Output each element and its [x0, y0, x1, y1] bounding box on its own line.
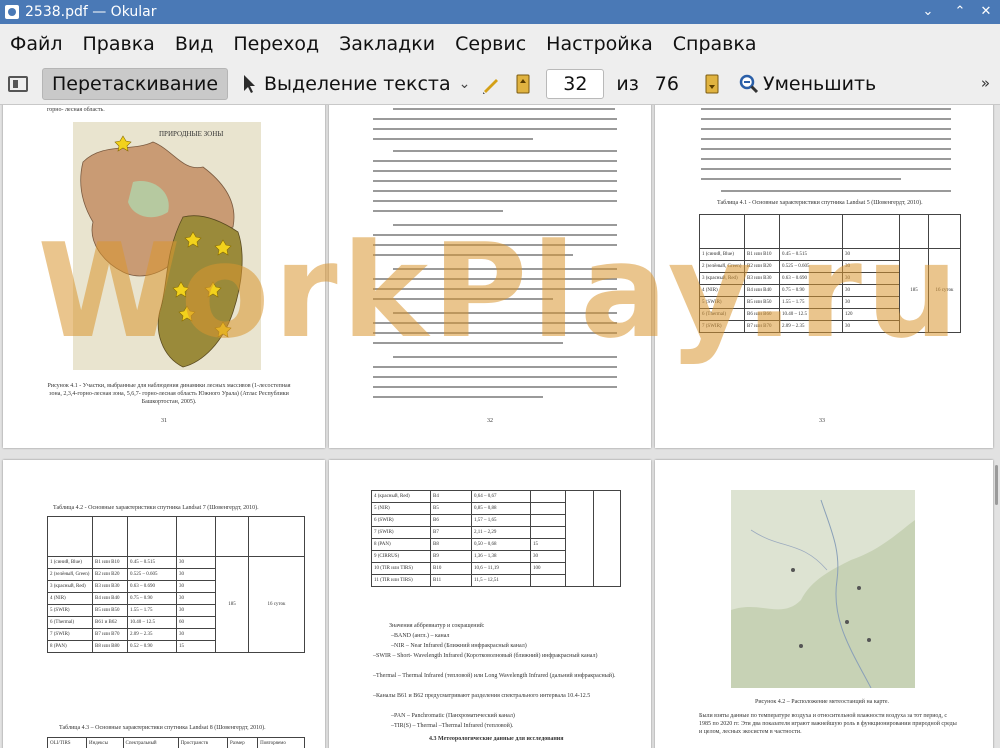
annotate-pen-icon[interactable] — [480, 73, 502, 95]
menu-help[interactable]: Справка — [663, 33, 767, 55]
figure-caption: Рисунок 4.2 – Расположение метеостанций … — [755, 699, 890, 705]
landsat8-table-header: OLI/TIRS Индексы Спектральный Пространств Ра… — [47, 737, 305, 748]
note-item: –BAND (англ.) – канал — [391, 633, 450, 639]
menu-edit[interactable]: Правка — [73, 33, 165, 55]
note-item: –NIR – Near Infrared (Ближний инфракрасн… — [391, 643, 527, 649]
zoom-out-icon — [739, 74, 759, 94]
toolbar-overflow-icon[interactable]: » — [981, 74, 990, 92]
menu-tools[interactable]: Сервис — [445, 33, 536, 55]
zoom-out-button[interactable]: Уменьшить — [739, 73, 876, 95]
table-title: Таблица 4.2 - Основные характеристики сп… — [53, 505, 259, 511]
browse-tool-button[interactable]: Перетаскивание — [42, 68, 229, 100]
next-page-icon[interactable] — [701, 73, 723, 95]
weather-stations-map — [731, 490, 915, 688]
note-item: –PAN – Panchromatic (Панхроматический ка… — [391, 713, 515, 719]
menu-bookmarks[interactable]: Закладки — [329, 33, 445, 55]
document-view[interactable]: горно- лесная область. ПРИРОДНЫЕ ЗОНЫ Ри… — [0, 105, 1000, 748]
okular-app-icon — [5, 5, 19, 19]
zoom-out-label: Уменьшить — [762, 73, 877, 95]
page-32: 32 — [329, 105, 651, 448]
page-total-label: 76 — [654, 73, 679, 95]
landsat5-table: 1 (синий, Blue) B1 или B10 0.45 – 0.515 30 1… — [699, 214, 961, 333]
body-text: Были взяты данные по температуре воздуха… — [699, 713, 957, 735]
note-item: –Thermal – Thermal Infrared (тепловой) и… — [373, 673, 616, 679]
landsat8-table: 4 (красный, Red) B4 0,64 – 0,67 5 (NIR) B5 0… — [371, 490, 621, 587]
page-35: 4 (красный, Red) B4 0,64 – 0,67 5 (NIR) B5 0… — [329, 460, 651, 748]
text-selection-tool-button[interactable]: Выделение текста ⌄ — [242, 73, 470, 95]
map-title: ПРИРОДНЫЕ ЗОНЫ — [159, 130, 223, 138]
current-page-input[interactable]: 32 — [546, 69, 605, 99]
abbreviations-intro: Значения аббревиатур и сокращений: — [389, 623, 485, 629]
page-header-text: горно- лесная область. — [47, 107, 105, 113]
vertical-scrollbar[interactable] — [995, 465, 998, 505]
minimize-window-icon[interactable]: ⌄ — [918, 2, 938, 22]
page-of-label: из — [616, 73, 639, 95]
sidebar-toggle-icon[interactable] — [8, 76, 28, 92]
page-31: горно- лесная область. ПРИРОДНЫЕ ЗОНЫ Ри… — [3, 105, 325, 448]
window-title: 2538.pdf — Okular — [25, 4, 157, 20]
table-title: Таблица 4.3 – Основные характеристики сп… — [59, 725, 266, 731]
page-36: Рисунок 4.2 – Расположение метеостанций … — [655, 460, 993, 748]
figure-caption: Рисунок 4.1 - Участки, выбранные для наб… — [47, 383, 291, 405]
main-toolbar: Перетаскивание Выделение текста ⌄ 32 из … — [0, 64, 1000, 105]
note-item: –Каналы B61 и B62 предусматривают раздел… — [373, 693, 591, 699]
menu-view[interactable]: Вид — [165, 33, 224, 55]
note-item: –SWIR – Short- Wavelength Infrared (Коро… — [373, 653, 598, 659]
table-row: 4 (красный, Red) B4 0,64 – 0,67 — [371, 490, 621, 587]
natural-zones-map: ПРИРОДНЫЕ ЗОНЫ — [73, 122, 261, 370]
page-33: Таблица 4.1 - Основные характеристики сп… — [655, 105, 993, 448]
previous-page-icon[interactable] — [512, 73, 534, 95]
window-titlebar: 2538.pdf — Okular ⌄ ⌃ ✕ — [0, 0, 1000, 24]
maximize-window-icon[interactable]: ⌃ — [950, 2, 970, 22]
page-number: 31 — [161, 418, 167, 424]
section-heading: 4.3 Метеорологические данные для исследо… — [429, 736, 564, 742]
menu-file[interactable]: Файл — [0, 33, 73, 55]
page-34: Таблица 4.2 - Основные характеристики сп… — [3, 460, 325, 748]
table-row: 1 (синий, Blue) B1 или B10 0.45 – 0.515 30 1… — [699, 248, 961, 333]
menu-settings[interactable]: Настройка — [536, 33, 663, 55]
close-window-icon[interactable]: ✕ — [976, 2, 996, 22]
landsat7-table: 1 (синий, Blue) B1 или B10 0.45 – 0.515 30 1… — [47, 516, 305, 653]
note-item: –TIR(S) – Thermal –Thermal Infrared (теп… — [391, 723, 514, 729]
cursor-arrow-icon — [244, 75, 256, 93]
menu-bar: Файл Правка Вид Переход Закладки Сервис … — [0, 24, 1000, 64]
chevron-down-icon[interactable]: ⌄ — [459, 76, 471, 92]
page-number: 33 — [819, 418, 825, 424]
menu-go[interactable]: Переход — [223, 33, 329, 55]
text-selection-label: Выделение текста — [264, 73, 451, 95]
page-number: 32 — [487, 418, 493, 424]
table-row: 1 (синий, Blue) B1 или B10 0.45 – 0.515 30 1… — [47, 556, 305, 653]
browse-tool-label: Перетаскивание — [52, 73, 219, 95]
table-title: Таблица 4.1 - Основные характеристики сп… — [717, 200, 923, 206]
